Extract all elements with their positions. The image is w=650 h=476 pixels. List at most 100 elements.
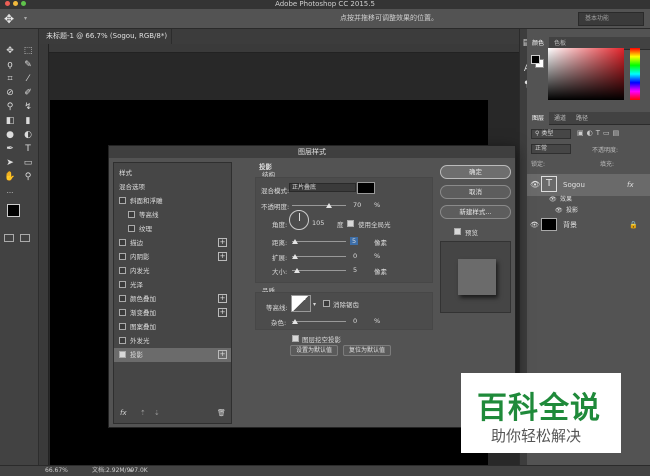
noise-value[interactable]: 0: [353, 317, 357, 325]
noise-slider[interactable]: [292, 321, 346, 322]
spread-thumb[interactable]: [292, 254, 298, 259]
layer-filter-icons[interactable]: ▣◐T▭▤: [577, 129, 622, 137]
path-select-tool-icon[interactable]: ➤: [4, 157, 16, 169]
style-item[interactable]: 内发光: [114, 264, 231, 278]
style-item[interactable]: 等高线: [114, 208, 231, 222]
antialias-checkbox[interactable]: [323, 300, 330, 307]
style-item-checkbox[interactable]: [119, 267, 126, 274]
fx-menu-icon[interactable]: fx: [120, 409, 127, 417]
lasso-tool-icon[interactable]: ϙ: [4, 59, 16, 71]
layer-filter-select[interactable]: ⚲ 类型: [531, 129, 571, 139]
foreground-color-swatch[interactable]: [7, 204, 20, 217]
blur-tool-icon[interactable]: ●: [4, 129, 16, 141]
layer-name[interactable]: Sogou: [563, 177, 585, 193]
rectangle-tool-icon[interactable]: ▭: [22, 157, 34, 169]
maximize-window-button[interactable]: [21, 1, 26, 6]
marquee-tool-icon[interactable]: ⬚: [22, 45, 34, 57]
add-effect-icon[interactable]: +: [218, 238, 227, 247]
style-item[interactable]: 描边 +: [114, 236, 231, 250]
opacity-value[interactable]: 70: [353, 201, 361, 209]
distance-thumb[interactable]: [292, 239, 298, 244]
tab-paths[interactable]: 路径: [571, 112, 593, 125]
document-tab[interactable]: 未标题-1 @ 66.7% (Sogou, RGB/8*) *: [40, 29, 172, 55]
healing-brush-tool-icon[interactable]: ⊘: [4, 87, 16, 99]
set-default-button[interactable]: 设置为默认值: [290, 345, 338, 356]
layer-row-sogou[interactable]: 👁 T Sogou fx: [527, 174, 650, 196]
style-item[interactable]: 渐变叠加 +: [114, 306, 231, 320]
contour-thumbnail[interactable]: [291, 295, 311, 312]
layer-row-background[interactable]: 👁 背景 🔒: [527, 217, 650, 233]
style-item[interactable]: 纹理: [114, 222, 231, 236]
blend-options-item[interactable]: 混合选项: [114, 180, 231, 194]
workspace-select[interactable]: 基本功能: [578, 12, 644, 26]
angle-value[interactable]: 105: [312, 219, 324, 227]
zoom-tool-icon[interactable]: ⚲: [22, 171, 34, 183]
style-item[interactable]: 内阴影 +: [114, 250, 231, 264]
style-item-checkbox[interactable]: [119, 239, 126, 246]
pen-tool-icon[interactable]: ✒: [4, 143, 16, 155]
add-effect-icon[interactable]: +: [218, 308, 227, 317]
history-brush-tool-icon[interactable]: ↯: [22, 101, 34, 113]
clone-stamp-tool-icon[interactable]: ⚲: [4, 101, 16, 113]
move-tool-option-icon[interactable]: ✥: [4, 12, 18, 26]
style-item[interactable]: 颜色叠加 +: [114, 292, 231, 306]
color-panel-foreground[interactable]: [531, 55, 540, 64]
style-item-checkbox[interactable]: [128, 211, 135, 218]
blend-mode-select[interactable]: 正常: [531, 144, 571, 154]
style-item[interactable]: 外发光: [114, 334, 231, 348]
size-slider[interactable]: [292, 270, 346, 271]
brush-tool-icon[interactable]: ✐: [22, 87, 34, 99]
eyedropper-tool-icon[interactable]: ⁄: [22, 73, 34, 85]
layer-effects-row[interactable]: 👁 效果: [527, 195, 650, 205]
style-item-checkbox[interactable]: [119, 197, 126, 204]
opacity-thumb[interactable]: [326, 203, 332, 208]
spread-slider[interactable]: [292, 256, 346, 257]
close-window-button[interactable]: [5, 1, 10, 6]
blend-mode-select[interactable]: 正片叠底: [289, 183, 356, 192]
contour-dropdown-icon[interactable]: ▾: [313, 301, 316, 308]
style-item-checkbox[interactable]: [119, 323, 126, 330]
eraser-tool-icon[interactable]: ◧: [4, 115, 16, 127]
style-item-checkbox[interactable]: [119, 253, 126, 260]
minimize-window-button[interactable]: [13, 1, 18, 6]
quick-mask-icon[interactable]: [4, 234, 14, 242]
new-style-button[interactable]: 新建样式...: [440, 205, 511, 219]
crop-tool-icon[interactable]: ⌗: [4, 73, 16, 85]
style-item-checkbox[interactable]: [128, 225, 135, 232]
effects-eye-icon[interactable]: 👁: [549, 195, 557, 205]
styles-header[interactable]: 样式: [114, 166, 231, 180]
style-item[interactable]: 光泽: [114, 278, 231, 292]
quick-select-tool-icon[interactable]: ✎: [22, 59, 34, 71]
knockout-checkbox[interactable]: [292, 335, 299, 342]
size-thumb[interactable]: [294, 268, 300, 273]
background-layer-name[interactable]: 背景: [563, 217, 577, 233]
tab-color[interactable]: 颜色: [527, 37, 550, 50]
spread-value[interactable]: 0: [353, 252, 357, 260]
move-down-icon[interactable]: ⇣: [154, 409, 160, 417]
effect-eye-icon[interactable]: 👁: [555, 206, 563, 216]
add-effect-icon[interactable]: +: [218, 294, 227, 303]
hand-tool-icon[interactable]: ✋: [4, 171, 16, 183]
noise-thumb[interactable]: [292, 319, 298, 324]
style-item[interactable]: 斜面和浮雕: [114, 194, 231, 208]
global-light-checkbox[interactable]: [347, 220, 354, 227]
more-tools-icon[interactable]: ···: [4, 187, 16, 199]
tab-channels[interactable]: 通道: [549, 112, 571, 125]
style-item-checkbox[interactable]: [119, 281, 126, 288]
opacity-slider[interactable]: [292, 205, 346, 206]
style-item-checkbox[interactable]: [119, 295, 126, 302]
hue-slider[interactable]: [630, 48, 640, 100]
screen-mode-icon[interactable]: [20, 234, 30, 242]
delete-effect-icon[interactable]: 🗑: [217, 409, 226, 417]
preview-checkbox[interactable]: [454, 228, 461, 235]
cancel-button[interactable]: 取消: [440, 185, 511, 199]
gradient-tool-icon[interactable]: ▮: [22, 115, 34, 127]
ok-button[interactable]: 确定: [440, 165, 511, 179]
style-item[interactable]: 投影 +: [114, 348, 231, 362]
dodge-tool-icon[interactable]: ◐: [22, 129, 34, 141]
move-tool-icon[interactable]: ✥: [4, 45, 16, 57]
zoom-level[interactable]: 66.67%: [45, 466, 68, 476]
tool-preset-arrow-icon[interactable]: ▾: [24, 15, 27, 22]
reset-default-button[interactable]: 复位为默认值: [343, 345, 391, 356]
distance-slider[interactable]: [292, 241, 346, 242]
